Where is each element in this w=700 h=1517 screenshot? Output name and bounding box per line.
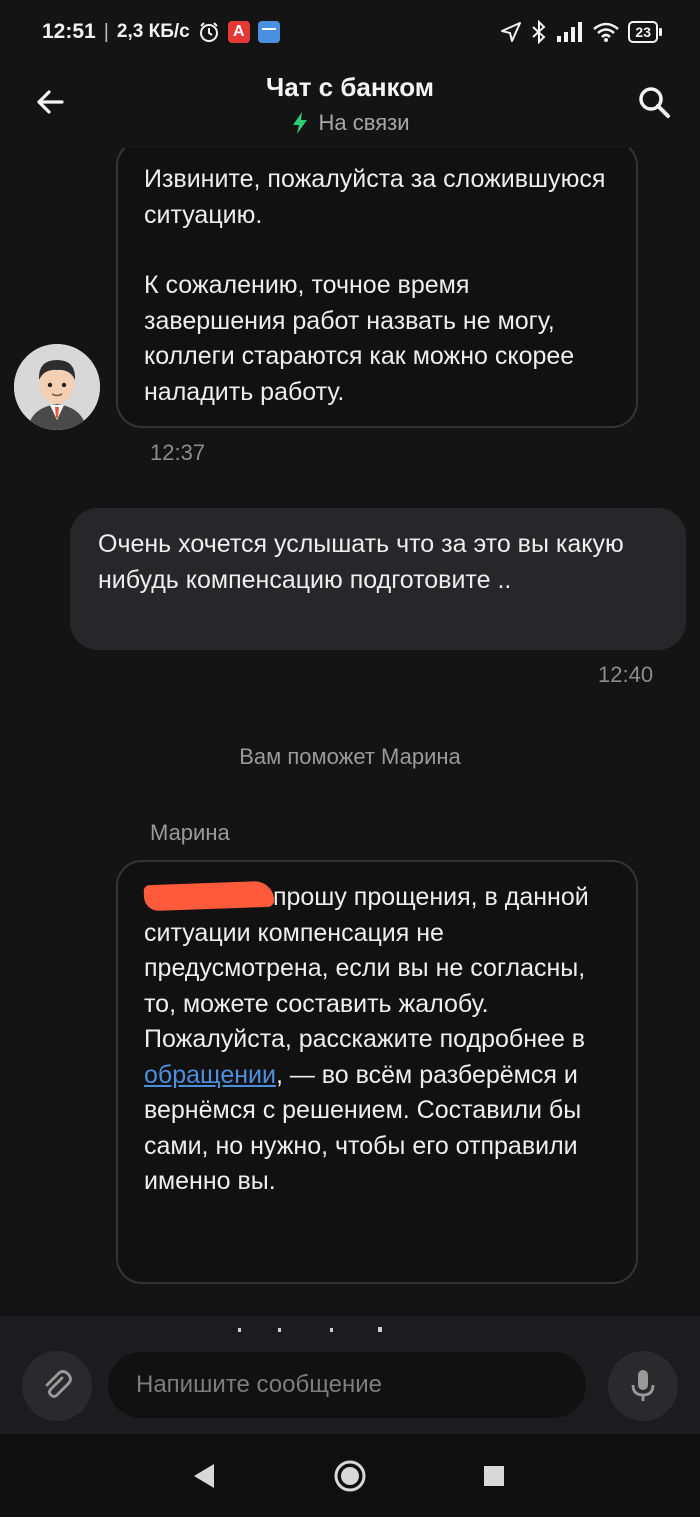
- message-paragraph: Извините, пожалуйста за сложившуюся ситу…: [144, 165, 606, 229]
- status-bar-left: 12:51 | 2,3 КБ/с А: [42, 20, 280, 44]
- page-title: Чат с банком: [265, 72, 435, 102]
- microphone-icon: [631, 1370, 655, 1401]
- calendar-icon: [257, 21, 280, 43]
- lightning-icon: [292, 112, 307, 134]
- avatar-icon: [14, 344, 100, 430]
- user-message-bubble: Очень хочется услышать что за это вы как…: [70, 508, 686, 650]
- sender-name: Марина: [150, 820, 230, 845]
- bank-message-bubble: Извините, пожалуйста за сложившуюся ситу…: [116, 148, 638, 428]
- voice-message-button[interactable]: [608, 1351, 678, 1421]
- typing-indicator: [238, 1327, 382, 1332]
- message-composer: [0, 1316, 700, 1434]
- bluetooth-icon: [532, 20, 546, 44]
- connection-status-label: На связи: [318, 110, 410, 135]
- bank-bot-avatar: [14, 344, 100, 430]
- redaction-mark: [143, 881, 275, 912]
- chat-header: Чат с банком На связи: [0, 64, 700, 148]
- operator-assigned-note: Вам поможет Марина: [239, 744, 461, 769]
- message-text: Пожалуйста, расскажите подробнее в: [144, 1025, 586, 1053]
- message-paragraph: прошу прощения, в данной ситуации компен…: [143, 880, 610, 1022]
- message-input[interactable]: [108, 1352, 586, 1418]
- message-text: Очень хочется услышать что за это вы как…: [98, 530, 624, 594]
- bank-app-icon: А: [227, 21, 250, 43]
- message-paragraph: Пожалуйста, расскажите подробнее в обращ…: [144, 1022, 610, 1200]
- nav-back-icon[interactable]: [186, 1458, 222, 1494]
- message-time: 12:37: [150, 440, 206, 465]
- attach-button[interactable]: [22, 1351, 92, 1421]
- nav-recents-icon[interactable]: [476, 1458, 512, 1494]
- paperclip-icon: [45, 1370, 72, 1398]
- message-time: 12:40: [598, 662, 654, 687]
- chat-messages[interactable]: Извините, пожалуйста за сложившуюся ситу…: [0, 148, 700, 1316]
- wifi-icon: [593, 22, 620, 42]
- appeal-link[interactable]: обращении: [144, 1061, 276, 1089]
- search-button[interactable]: [634, 82, 674, 122]
- status-separator: |: [103, 20, 109, 43]
- location-icon: [501, 22, 522, 42]
- battery-indicator: 23: [628, 21, 662, 43]
- system-navigation-bar: [0, 1434, 700, 1517]
- search-icon: [639, 87, 670, 118]
- network-speed: 2,3 КБ/с: [116, 21, 190, 42]
- signal-icon: [557, 22, 583, 42]
- message-paragraph: К сожалению, точное время завершения раб…: [144, 271, 575, 406]
- status-bar: 12:51 | 2,3 КБ/с А 23: [0, 0, 700, 64]
- status-bar-right: 23: [500, 20, 662, 44]
- operator-message-bubble: прошу прощения, в данной ситуации компен…: [116, 860, 638, 1284]
- nav-home-icon[interactable]: [332, 1458, 368, 1494]
- alarm-icon: [199, 22, 218, 42]
- status-time: 12:51: [42, 20, 96, 43]
- connection-status: На связи: [0, 110, 700, 136]
